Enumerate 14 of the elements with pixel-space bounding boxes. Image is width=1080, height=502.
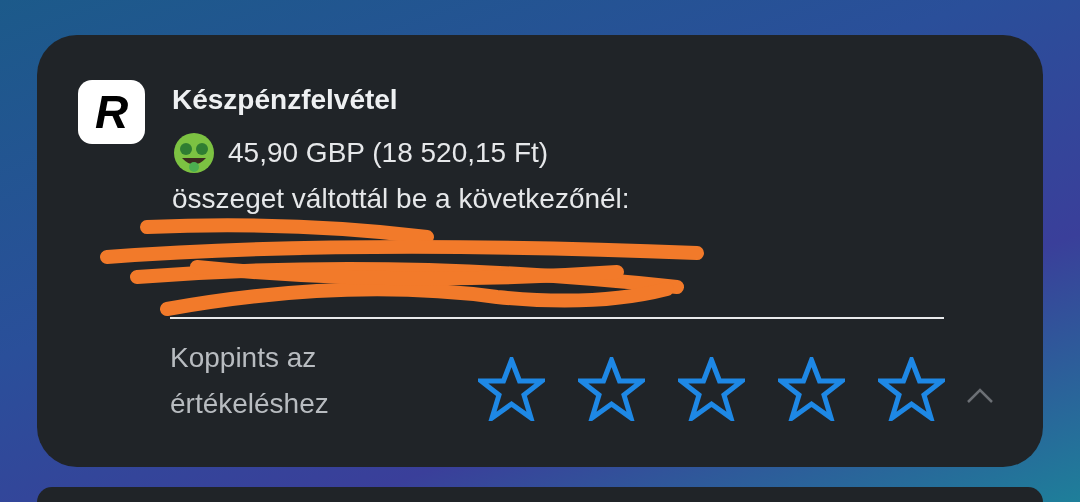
collapse-chevron-icon[interactable] xyxy=(966,387,994,405)
app-logo: R xyxy=(78,80,145,144)
star-icon[interactable] xyxy=(878,357,945,421)
star-icon[interactable] xyxy=(478,357,545,421)
star-icon[interactable] xyxy=(678,357,745,421)
amount-text: 45,90 GBP (18 520,15 Ft) xyxy=(228,136,549,170)
rating-prompt: Koppints az értékeléshez xyxy=(170,341,330,421)
star-icon[interactable] xyxy=(778,357,845,421)
money-face-icon xyxy=(172,131,216,175)
notification-title: Készpénzfelvétel xyxy=(172,83,399,117)
star-rating[interactable] xyxy=(478,357,945,421)
notification-body: összeget váltottál be a következőnél: xyxy=(172,182,630,216)
notification-card[interactable]: R Készpénzfelvétel 45,90 GBP (18 520,15 Ft) összeget váltottál be a következőnél: Koppints az értékeléshez xyxy=(37,35,1043,467)
star-icon[interactable] xyxy=(578,357,645,421)
